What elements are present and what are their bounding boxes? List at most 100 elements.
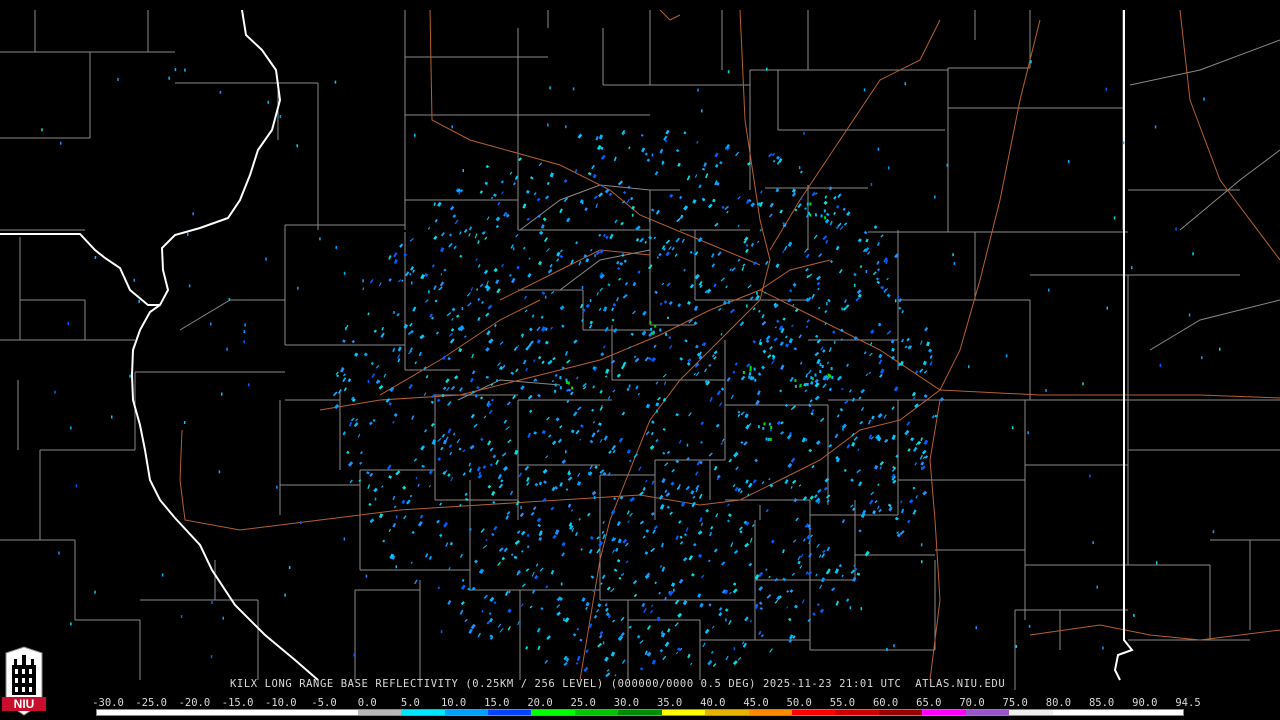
echo-speck — [533, 192, 537, 196]
echo-speck — [729, 308, 735, 314]
echo-speck — [276, 485, 278, 489]
echo-speck — [865, 270, 868, 273]
echo-speck — [914, 462, 918, 466]
echo-speck — [456, 314, 460, 318]
echo-speck — [745, 243, 749, 247]
echo-speck — [498, 547, 504, 553]
echo-speck — [367, 484, 371, 489]
echo-speck — [284, 593, 286, 597]
colorbar-label: -10.0 — [264, 697, 297, 709]
echo-speck — [768, 153, 773, 158]
echo-speck — [853, 283, 856, 287]
echo-speck — [791, 188, 797, 193]
echo-speck — [931, 415, 935, 419]
echo-speck — [776, 155, 781, 160]
echo-speck — [424, 299, 429, 303]
echo-speck — [442, 386, 447, 390]
echo-speck — [733, 647, 736, 651]
echo-speck — [628, 625, 632, 629]
echo-speck — [718, 308, 722, 312]
echo-speck — [388, 278, 392, 282]
echo-speck — [494, 324, 497, 328]
echo-speck — [737, 258, 741, 262]
echo-speck — [451, 307, 456, 312]
echo-speck — [447, 600, 452, 605]
echo-speck — [594, 465, 598, 469]
echo-speck — [387, 464, 392, 470]
echo-speck — [547, 359, 553, 365]
echo-speck — [495, 224, 500, 229]
echo-speck — [497, 623, 502, 628]
echo-speck — [567, 503, 572, 508]
svg-text:NIU: NIU — [14, 697, 35, 711]
echo-speck — [368, 421, 373, 426]
echo-speck — [877, 147, 880, 151]
echo-speck — [486, 280, 489, 286]
echo-speck — [534, 574, 539, 580]
echo-speck — [791, 192, 797, 197]
echo-speck — [850, 569, 856, 574]
colorbar-segment — [140, 710, 184, 715]
echo-speck — [596, 292, 599, 296]
radar-id: KILX — [230, 678, 258, 690]
echo-speck — [537, 393, 541, 398]
echo-speck — [632, 579, 638, 585]
echo-speck — [572, 633, 577, 637]
echo-speck — [853, 272, 857, 277]
echo-speck — [1048, 288, 1050, 292]
echo-speck — [695, 371, 700, 377]
echo-speck — [620, 221, 624, 226]
echo-speck — [841, 387, 844, 391]
echo-speck — [499, 628, 504, 633]
echo-speck — [611, 307, 615, 311]
echo-speck — [775, 263, 780, 268]
echo-speck — [798, 166, 801, 170]
echo-speck — [701, 109, 703, 113]
echo-speck — [908, 499, 914, 504]
echo-cell — [654, 324, 657, 328]
echo-speck — [369, 518, 375, 524]
echo-speck — [708, 559, 711, 563]
echo-speck — [735, 466, 739, 471]
echo-speck — [782, 549, 785, 554]
echo-speck — [818, 554, 822, 558]
echo-speck — [666, 450, 671, 455]
echo-speck — [508, 273, 512, 277]
colorbar-segment — [357, 710, 402, 715]
echo-speck — [608, 192, 613, 197]
echo-speck — [879, 368, 885, 374]
echo-speck — [718, 612, 723, 617]
echo-speck — [858, 396, 862, 400]
echo-cell — [767, 437, 770, 441]
echo-speck — [1011, 426, 1014, 430]
echo-speck — [670, 481, 675, 486]
echo-speck — [758, 601, 763, 606]
county-borders — [0, 10, 1280, 690]
echo-speck — [797, 555, 801, 561]
echo-speck — [463, 228, 468, 233]
echo-speck — [593, 496, 596, 500]
echo-speck — [436, 201, 442, 207]
echo-speck — [473, 423, 478, 428]
echo-speck — [460, 601, 465, 606]
echo-speck — [423, 392, 427, 396]
echo-speck — [347, 461, 354, 467]
echo-speck — [541, 291, 546, 295]
echo-speck — [693, 321, 698, 326]
reflectivity-echoes — [41, 60, 1221, 678]
echo-speck — [877, 322, 882, 327]
echo-speck — [871, 415, 875, 420]
colorbar-label: -20.0 — [178, 697, 211, 709]
echo-speck — [538, 537, 543, 541]
echo-speck — [872, 510, 876, 515]
echo-speck — [600, 352, 605, 357]
echo-speck — [618, 576, 622, 580]
echo-cell — [559, 376, 562, 379]
echo-speck — [750, 202, 756, 208]
echo-speck — [385, 398, 391, 403]
echo-speck — [635, 238, 640, 242]
echo-speck — [677, 162, 681, 167]
echo-cell — [824, 216, 827, 220]
echo-speck — [188, 284, 191, 288]
echo-speck — [866, 251, 871, 255]
